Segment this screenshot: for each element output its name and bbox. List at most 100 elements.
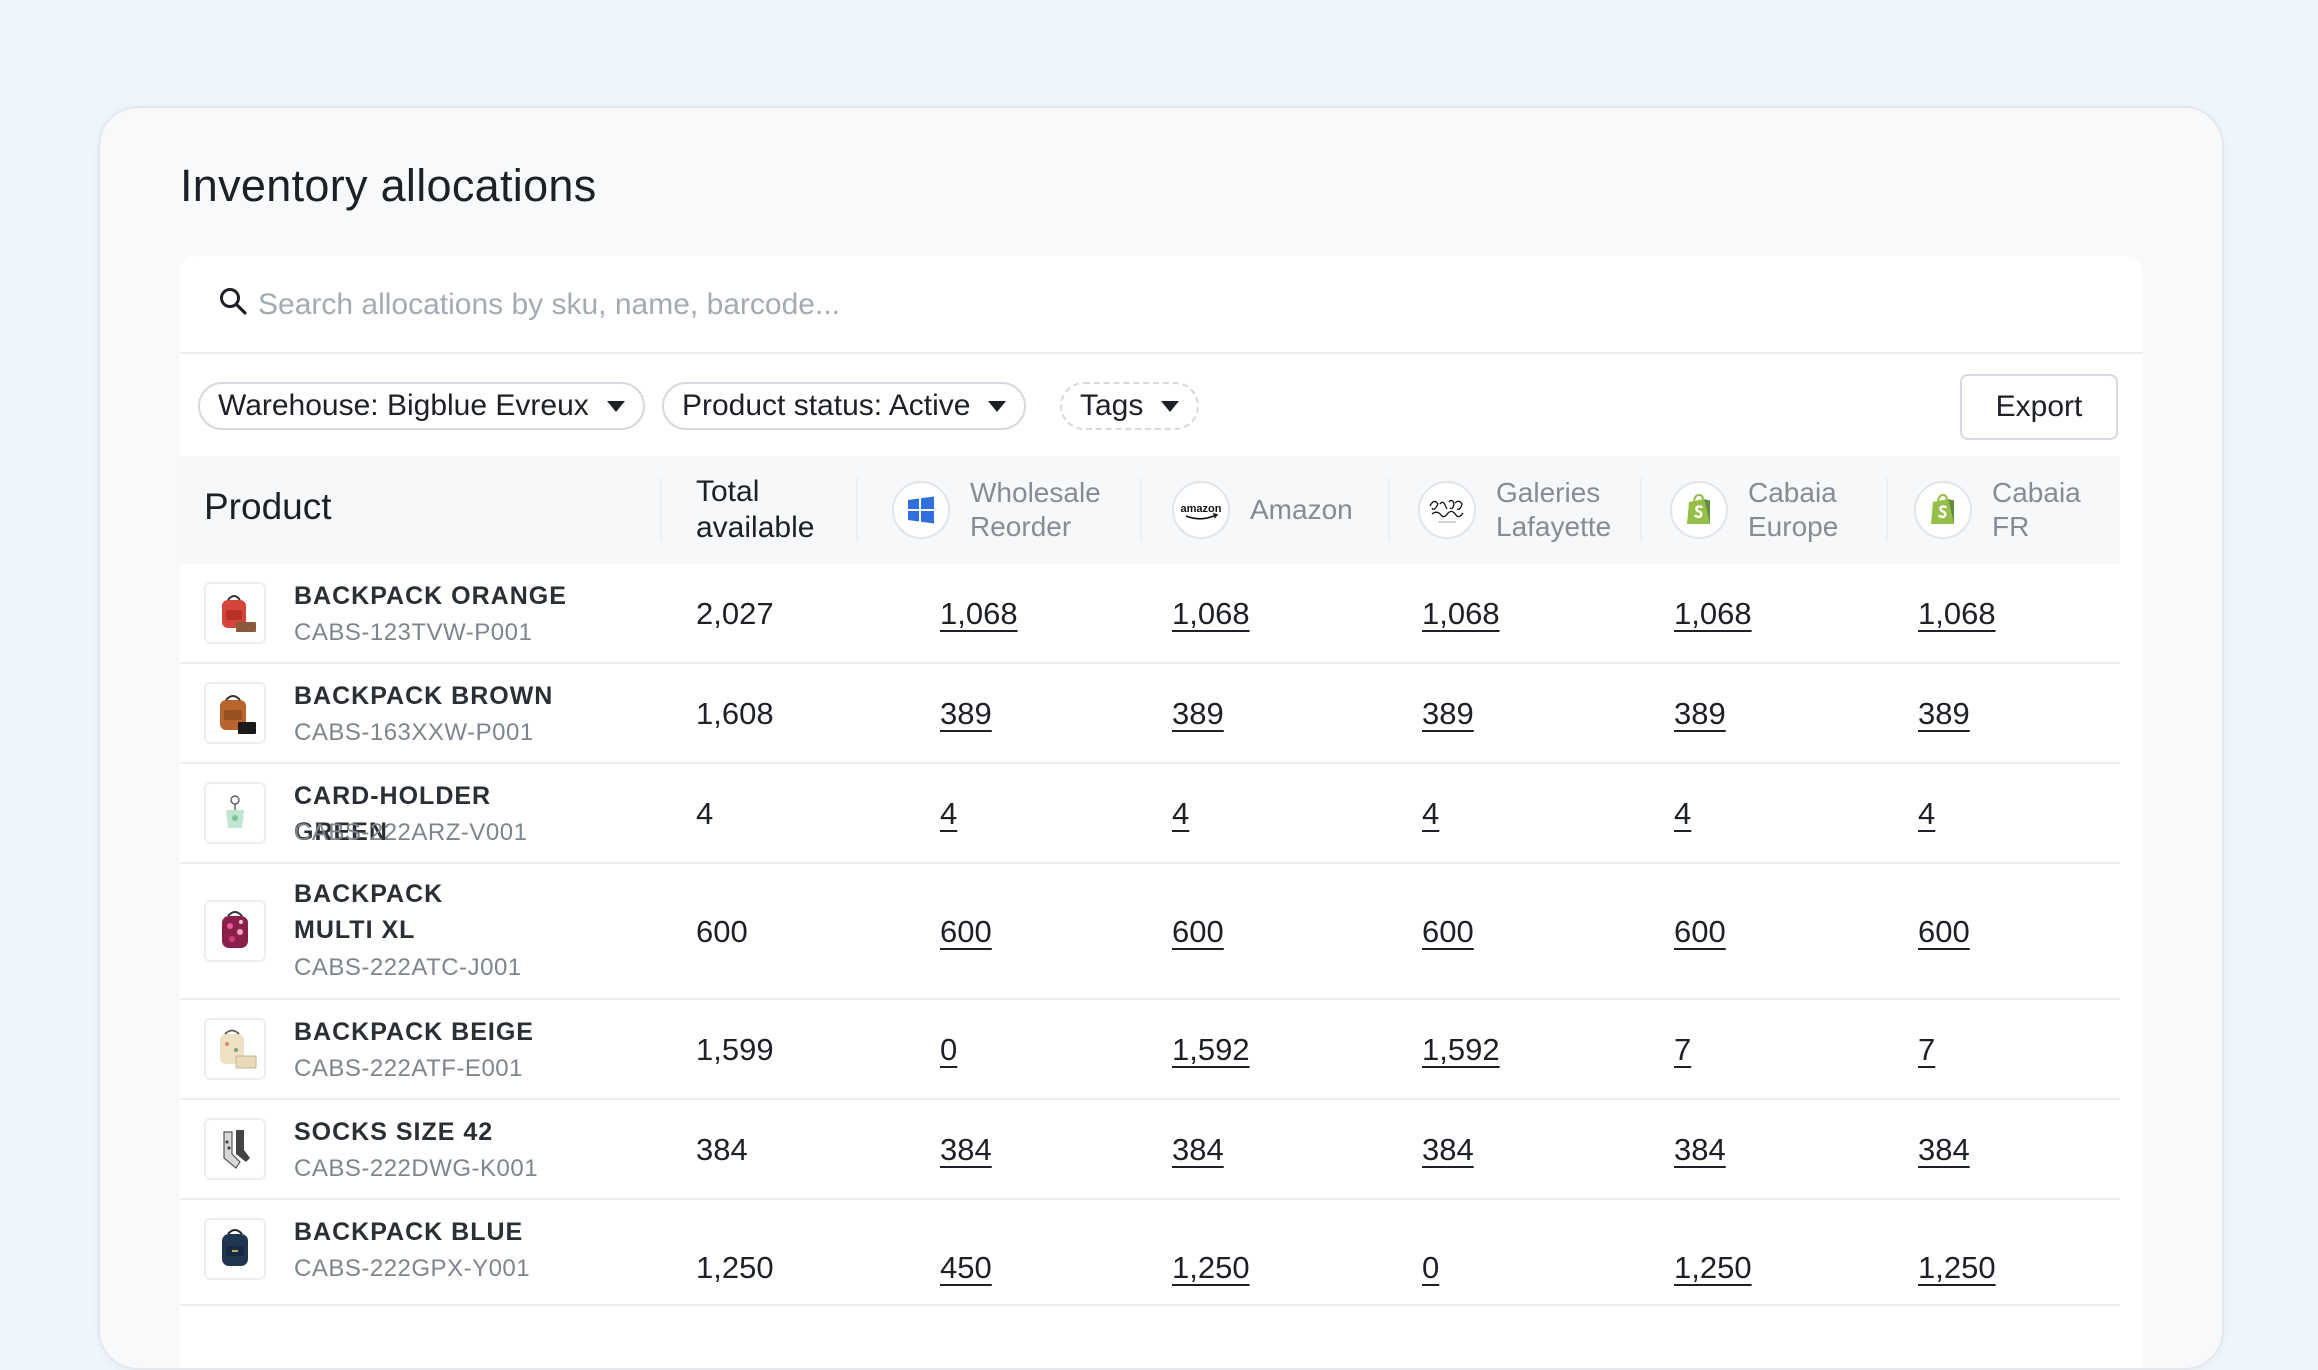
product-thumbnail [204,1118,266,1180]
allocation-value-cabaia-europe[interactable]: 7 [1674,1032,1691,1068]
table-row[interactable]: CARD-HOLDER GREEN CABS-222ARZ-V001 4 4 4… [180,764,2120,864]
total-available-value: 1,599 [696,1032,774,1067]
product-name[interactable]: BACKPACK BROWN [294,678,584,714]
channel-header-wholesale-reorder[interactable]: Wholesale Reorder [892,474,1120,546]
product-name[interactable]: BACKPACK MULTI XL [294,876,524,948]
channel-name-line: Cabaia [1748,477,1837,508]
allocation-value-cabaia-europe[interactable]: 4 [1674,796,1691,832]
channel-name-line: FR [1992,511,2030,542]
allocations-panel: Warehouse: Bigblue Evreux Product status… [180,256,2142,1368]
allocation-value-galeries-lafayette[interactable]: 389 [1422,696,1474,732]
export-button[interactable]: Export [1960,374,2118,440]
allocation-value-cabaia-fr[interactable]: 600 [1918,914,1970,950]
caret-down-icon [606,400,625,412]
table-header: Product Total available Wholesale Reorde… [180,456,2120,566]
table-row[interactable]: BACKPACK BEIGE CABS-222ATF-E001 1,599 0 … [180,1000,2120,1100]
search-bar [180,256,2142,354]
product-name[interactable]: BACKPACK BEIGE [294,1014,584,1050]
allocation-value-cabaia-fr[interactable]: 384 [1918,1132,1970,1168]
allocation-value-amazon[interactable]: 600 [1172,914,1224,950]
inventory-card: Inventory allocations Warehouse: Bigblue… [98,106,2224,1370]
column-divider [1388,478,1390,542]
allocation-value-cabaia-europe[interactable]: 384 [1674,1132,1726,1168]
allocation-value-cabaia-fr[interactable]: 1,250 [1918,1250,1996,1286]
table-row[interactable]: BACKPACK ORANGE CABS-123TVW-P001 2,027 1… [180,564,2120,664]
total-header-line: Total [696,475,760,508]
total-header-line: available [696,511,815,544]
table-row[interactable]: BACKPACK MULTI XL CABS-222ATC-J001 600 6… [180,864,2120,1000]
total-available-column-header[interactable]: Total available [696,474,846,546]
allocation-value-galeries-lafayette[interactable]: 1,068 [1422,596,1500,632]
allocation-value-cabaia-europe[interactable]: 1,068 [1674,596,1752,632]
total-available-value: 4 [696,796,714,831]
product-thumbnail [204,1018,266,1080]
allocation-value-wholesale-reorder[interactable]: 1,068 [940,596,1018,632]
allocation-value-galeries-lafayette[interactable]: 384 [1422,1132,1474,1168]
allocation-value-amazon[interactable]: 1,592 [1172,1032,1250,1068]
allocation-value-amazon[interactable]: 384 [1172,1132,1224,1168]
allocation-value-cabaia-fr[interactable]: 1,068 [1918,596,1996,632]
allocation-value-wholesale-reorder[interactable]: 600 [940,914,992,950]
product-thumbnail [204,782,266,844]
filter-bar: Warehouse: Bigblue Evreux Product status… [180,354,2142,458]
total-available-value: 2,027 [696,596,774,631]
product-thumbnail [204,682,266,744]
warehouse-filter-chip[interactable]: Warehouse: Bigblue Evreux [198,382,645,430]
shopify-icon [1670,481,1728,539]
allocation-value-galeries-lafayette[interactable]: 600 [1422,914,1474,950]
channel-header-cabaia-fr[interactable]: Cabaia FR [1914,474,2142,546]
allocation-value-amazon[interactable]: 1,068 [1172,596,1250,632]
allocation-value-wholesale-reorder[interactable]: 450 [940,1250,992,1286]
table-row[interactable]: BACKPACK BLUE CABS-222GPX-Y001 1,250 450… [180,1200,2120,1306]
galeries-lafayette-logo-icon [1418,481,1476,539]
product-sku: CABS-222ATF-E001 [294,1055,523,1082]
product-sku: CABS-163XXW-P001 [294,719,534,746]
tags-filter-label: Tags [1080,389,1144,422]
allocation-value-wholesale-reorder[interactable]: 389 [940,696,992,732]
product-sku: CABS-222GPX-Y001 [294,1255,531,1282]
product-column-header[interactable]: Product [204,486,332,528]
allocation-value-amazon[interactable]: 389 [1172,696,1224,732]
tags-filter-chip[interactable]: Tags [1060,382,1200,430]
channel-header-cabaia-europe[interactable]: Cabaia Europe [1670,474,1898,546]
table-row[interactable]: SOCKS SIZE 42 CABS-222DWG-K001 384 384 3… [180,1100,2120,1200]
product-name[interactable]: SOCKS SIZE 42 [294,1114,584,1150]
product-status-filter-label: Product status: Active [682,389,971,422]
page-title: Inventory allocations [180,160,597,211]
allocation-value-cabaia-fr[interactable]: 7 [1918,1032,1935,1068]
table-row[interactable]: BACKPACK BROWN CABS-163XXW-P001 1,608 38… [180,664,2120,764]
search-input[interactable] [256,274,2060,336]
product-name[interactable]: BACKPACK BLUE [294,1214,584,1250]
column-divider [660,478,662,542]
product-status-filter-chip[interactable]: Product status: Active [662,382,1027,430]
product-thumbnail [204,1218,266,1280]
total-available-value: 384 [696,1132,748,1167]
allocation-value-cabaia-fr[interactable]: 389 [1918,696,1970,732]
channel-name-line: Europe [1748,511,1839,542]
total-available-value: 600 [696,914,748,949]
product-sku: CABS-222ATC-J001 [294,954,522,981]
allocation-value-galeries-lafayette[interactable]: 1,592 [1422,1032,1500,1068]
caret-down-icon [988,400,1007,412]
channel-header-amazon[interactable]: amazon Amazon [1172,474,1400,546]
windows-icon [892,481,950,539]
allocation-value-amazon[interactable]: 1,250 [1172,1250,1250,1286]
allocation-value-wholesale-reorder[interactable]: 0 [940,1032,957,1068]
allocation-value-galeries-lafayette[interactable]: 0 [1422,1250,1439,1286]
search-icon [220,288,247,315]
allocation-value-cabaia-europe[interactable]: 600 [1674,914,1726,950]
channel-name-line: Reorder [970,511,1072,542]
allocation-value-amazon[interactable]: 4 [1172,796,1189,832]
product-sku: CABS-222DWG-K001 [294,1155,539,1182]
allocation-value-galeries-lafayette[interactable]: 4 [1422,796,1439,832]
allocation-value-wholesale-reorder[interactable]: 4 [940,796,957,832]
allocation-value-cabaia-europe[interactable]: 1,250 [1674,1250,1752,1286]
column-divider [856,478,858,542]
svg-text:amazon: amazon [1181,503,1222,515]
allocation-value-wholesale-reorder[interactable]: 384 [940,1132,992,1168]
allocation-value-cabaia-fr[interactable]: 4 [1918,796,1935,832]
allocation-value-cabaia-europe[interactable]: 389 [1674,696,1726,732]
shopify-icon [1914,481,1972,539]
channel-header-galeries-lafayette[interactable]: Galeries Lafayette [1418,474,1646,546]
product-name[interactable]: BACKPACK ORANGE [294,578,584,614]
